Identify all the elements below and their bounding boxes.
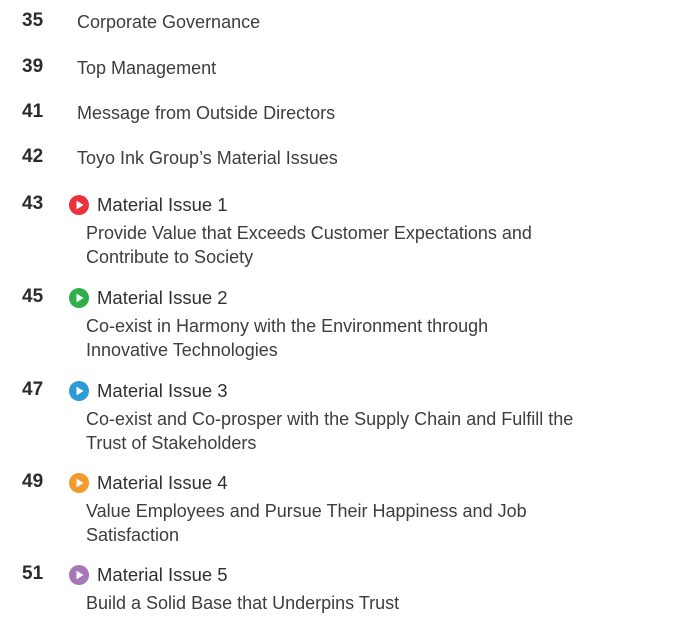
play-circle-icon (69, 473, 89, 493)
issue-description: Provide Value that Exceeds Customer Expe… (86, 221, 686, 269)
issue-description-line: Value Employees and Pursue Their Happine… (86, 501, 527, 521)
page-number: 39 (22, 56, 44, 77)
issue-heading: Material Issue 5 (97, 564, 228, 585)
page-number: 47 (22, 379, 44, 400)
issue-description: Co-exist and Co-prosper with the Supply … (86, 407, 686, 455)
page-number: 42 (22, 146, 44, 167)
page-number: 41 (22, 101, 44, 122)
page-number: 49 (22, 471, 44, 492)
play-circle-icon (69, 195, 89, 215)
table-of-contents: 35 Corporate Governance 39 Top Managemen… (0, 0, 688, 620)
issue-description-line: Build a Solid Base that Underpins Trust (86, 593, 400, 613)
page-number: 43 (22, 193, 44, 214)
entry-title: Corporate Governance (77, 12, 261, 32)
page-number: 45 (22, 286, 44, 307)
play-circle-icon (69, 565, 89, 585)
issue-description-line: Co-exist in Harmony with the Environment… (86, 316, 489, 336)
entry-title: Top Management (77, 58, 217, 78)
page-number: 35 (22, 10, 44, 31)
issue-description-line: Contribute to Society (86, 247, 254, 267)
issue-description-line: Satisfaction (86, 525, 180, 545)
issue-description: Build a Solid Base that Underpins Trust (86, 591, 686, 615)
issue-description: Co-exist in Harmony with the Environment… (86, 314, 686, 362)
issue-description-line: Provide Value that Exceeds Customer Expe… (86, 223, 532, 243)
entry-title: Message from Outside Directors (77, 103, 336, 123)
issue-description: Value Employees and Pursue Their Happine… (86, 499, 686, 547)
issue-heading: Material Issue 3 (97, 380, 228, 401)
issue-description-line: Co-exist and Co-prosper with the Supply … (86, 409, 574, 429)
entry-title: Toyo Ink Group’s Material Issues (77, 148, 338, 168)
page-number: 51 (22, 563, 44, 584)
issue-heading: Material Issue 1 (97, 194, 228, 215)
issue-description-line: Innovative Technologies (86, 340, 278, 360)
play-circle-icon (69, 288, 89, 308)
issue-description-line: Trust of Stakeholders (86, 433, 257, 453)
issue-heading: Material Issue 2 (97, 287, 228, 308)
issue-heading: Material Issue 4 (97, 472, 228, 493)
play-circle-icon (69, 381, 89, 401)
